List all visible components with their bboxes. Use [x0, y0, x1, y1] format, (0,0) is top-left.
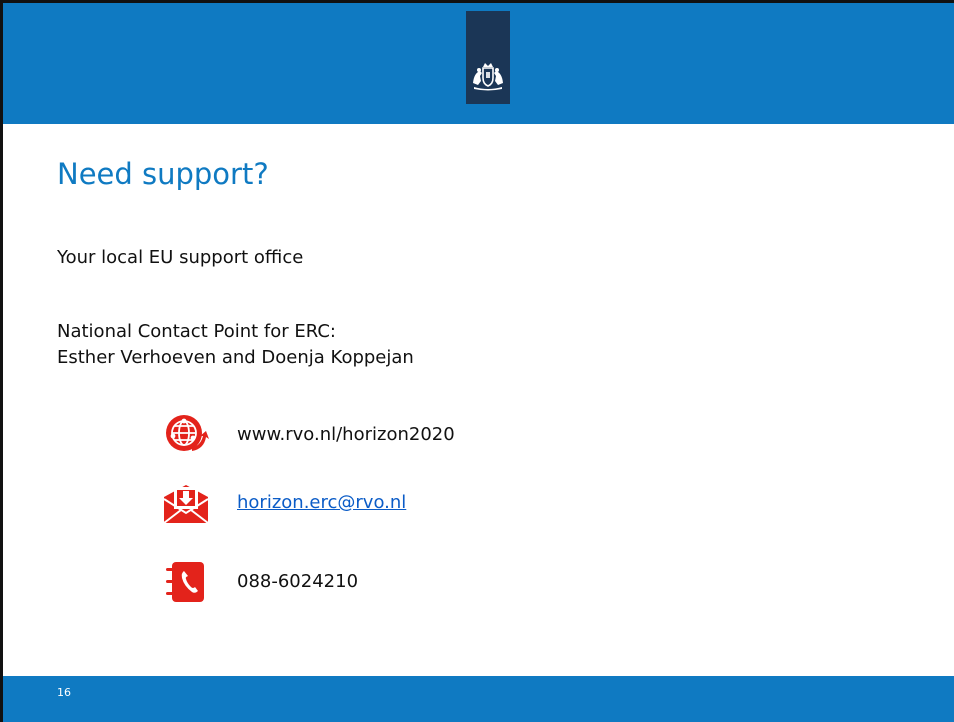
support-office-text: Your local EU support office	[57, 247, 304, 268]
ncp-heading: National Contact Point for ERC:	[57, 321, 336, 342]
footer-band: 16	[3, 676, 954, 722]
website-text: www.rvo.nl/horizon2020	[237, 424, 455, 445]
phone-text: 088-6024210	[237, 571, 359, 592]
envelope-download-icon	[163, 485, 209, 524]
globe-icon	[166, 415, 209, 451]
government-logo	[466, 11, 510, 104]
email-contact-row: horizon.erc@rvo.nl	[162, 479, 662, 527]
email-link[interactable]: horizon.erc@rvo.nl	[237, 490, 406, 516]
phone-book-icon	[166, 562, 204, 602]
ncp-names: Esther Verhoeven and Doenja Koppejan	[57, 347, 414, 368]
website-contact-row: www.rvo.nl/horizon2020	[162, 411, 662, 459]
page-number: 16	[57, 686, 71, 699]
phone-contact-row: 088-6024210	[162, 558, 662, 606]
header-band	[3, 3, 954, 124]
slide: Need support? Your local EU support offi…	[0, 0, 954, 722]
page-title: Need support?	[57, 157, 269, 191]
dutch-government-crest-icon	[473, 63, 503, 91]
